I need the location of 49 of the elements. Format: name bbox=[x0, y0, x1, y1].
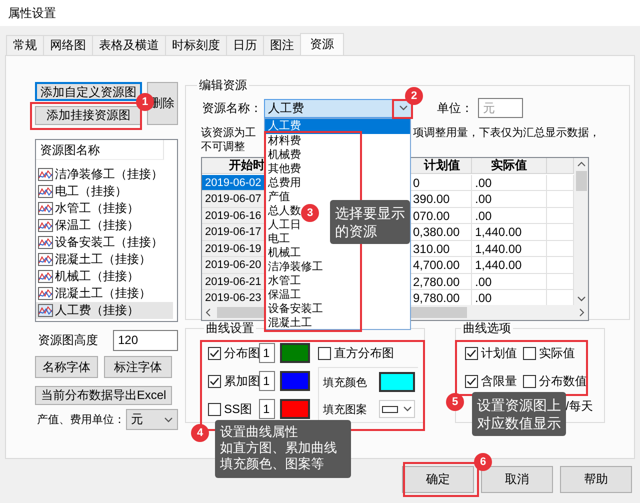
table-cell: 4,700.00 bbox=[413, 258, 460, 272]
table-cell: 1,440.00 bbox=[475, 242, 522, 256]
table-cell: .00 bbox=[475, 176, 492, 190]
table-cell: .00 bbox=[475, 291, 492, 305]
table-cell: 390.00 bbox=[413, 192, 450, 206]
table-cell: 1,440.00 bbox=[475, 225, 522, 239]
callout-text: 对应数值显示 bbox=[477, 414, 561, 432]
note-text: 该资源为工 bbox=[201, 126, 256, 140]
note-text: 项调整用量，下表仅为汇总显示数据， bbox=[413, 126, 600, 140]
checkbox-label: 分布数值 bbox=[539, 372, 587, 390]
callout-text: 如直方图、累加曲线 bbox=[220, 440, 337, 456]
unit-text: /每天 bbox=[566, 398, 593, 414]
callout-text: 设置资源图上 bbox=[477, 396, 561, 414]
table-cell: .00 bbox=[475, 192, 492, 206]
checkbox-label: 直方分布图 bbox=[334, 344, 394, 362]
checkbox-label: 实际值 bbox=[539, 344, 575, 362]
checkbox-label: SS图 bbox=[224, 400, 252, 418]
group-title: 曲线选项 bbox=[462, 320, 512, 337]
checkbox-label: 分布图 bbox=[224, 344, 260, 362]
callout-text: 选择要显示 bbox=[335, 204, 405, 222]
table-cell: 1,440.00 bbox=[475, 258, 522, 272]
table-cell: 310.00 bbox=[413, 242, 450, 256]
callout-text: 的资源 bbox=[335, 222, 377, 240]
note-text: 不可调整 bbox=[201, 141, 245, 153]
column-header: 资源图名称 bbox=[36, 140, 164, 160]
table-cell: 9,780.00 bbox=[413, 291, 460, 305]
column-header: 计划值 bbox=[424, 158, 460, 172]
table-cell: .00 bbox=[475, 208, 492, 222]
callout-text: 设置曲线属性 bbox=[220, 424, 298, 440]
field-label: 填充图案 bbox=[323, 402, 368, 416]
window-title: 属性设置 bbox=[8, 5, 56, 22]
field-label: 资源图高度 bbox=[37, 332, 98, 349]
field-label: 产值、费用单位： bbox=[36, 412, 125, 427]
callout-text: 填充颜色、图案等 bbox=[220, 456, 324, 472]
table-cell: .00 bbox=[475, 274, 492, 288]
group-title: 曲线设置 bbox=[205, 320, 255, 337]
table-cell: 0 bbox=[413, 176, 420, 190]
field-label: 资源名称： bbox=[201, 100, 263, 116]
table-cell: 070.00 bbox=[413, 208, 450, 222]
column-header: 开始时 bbox=[229, 158, 265, 172]
table-cell: 2,780.00 bbox=[413, 274, 460, 288]
field-label: 单位： bbox=[437, 100, 473, 116]
table-cell: 0,380.00 bbox=[413, 225, 460, 239]
checkbox-label: 计划值 bbox=[481, 344, 517, 362]
group-title: 编辑资源 bbox=[198, 77, 248, 94]
column-header: 实际值 bbox=[491, 158, 527, 172]
checkbox-label: 含限量 bbox=[481, 372, 517, 390]
checkbox-label: 累加图 bbox=[224, 372, 260, 390]
field-label: 填充颜色 bbox=[323, 376, 368, 390]
